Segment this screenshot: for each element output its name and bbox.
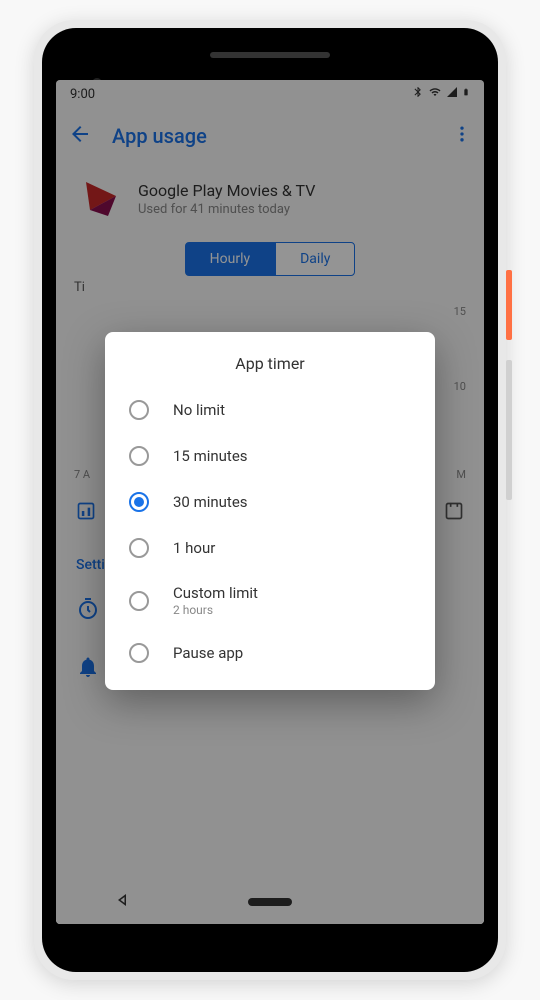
radio-icon xyxy=(129,446,149,466)
radio-label: Pause app xyxy=(173,644,243,662)
radio-option-5[interactable]: Pause app xyxy=(105,630,435,676)
volume-button xyxy=(506,360,512,500)
radio-label: Custom limit xyxy=(173,584,258,602)
speaker-grill xyxy=(210,52,330,58)
radio-sublabel: 2 hours xyxy=(173,603,258,617)
radio-icon xyxy=(129,591,149,611)
radio-option-4[interactable]: Custom limit2 hours xyxy=(105,571,435,630)
radio-icon xyxy=(129,643,149,663)
power-button xyxy=(506,270,512,340)
radio-option-2[interactable]: 30 minutes xyxy=(105,479,435,525)
radio-icon xyxy=(129,538,149,558)
radio-icon xyxy=(129,400,149,420)
phone-bezel: 9:00 App usage Google xyxy=(42,28,498,972)
radio-option-0[interactable]: No limit xyxy=(105,387,435,433)
radio-label: No limit xyxy=(173,401,225,419)
radio-option-1[interactable]: 15 minutes xyxy=(105,433,435,479)
phone-frame: 9:00 App usage Google xyxy=(34,20,506,980)
app-timer-dialog: App timer No limit 15 minutes 30 minutes 1 … xyxy=(105,332,435,690)
radio-icon xyxy=(129,492,149,512)
radio-label: 1 hour xyxy=(173,539,215,557)
screen: 9:00 App usage Google xyxy=(56,80,484,924)
dialog-title: App timer xyxy=(105,354,435,373)
radio-label: 15 minutes xyxy=(173,447,248,465)
radio-label: 30 minutes xyxy=(173,493,248,511)
radio-option-3[interactable]: 1 hour xyxy=(105,525,435,571)
